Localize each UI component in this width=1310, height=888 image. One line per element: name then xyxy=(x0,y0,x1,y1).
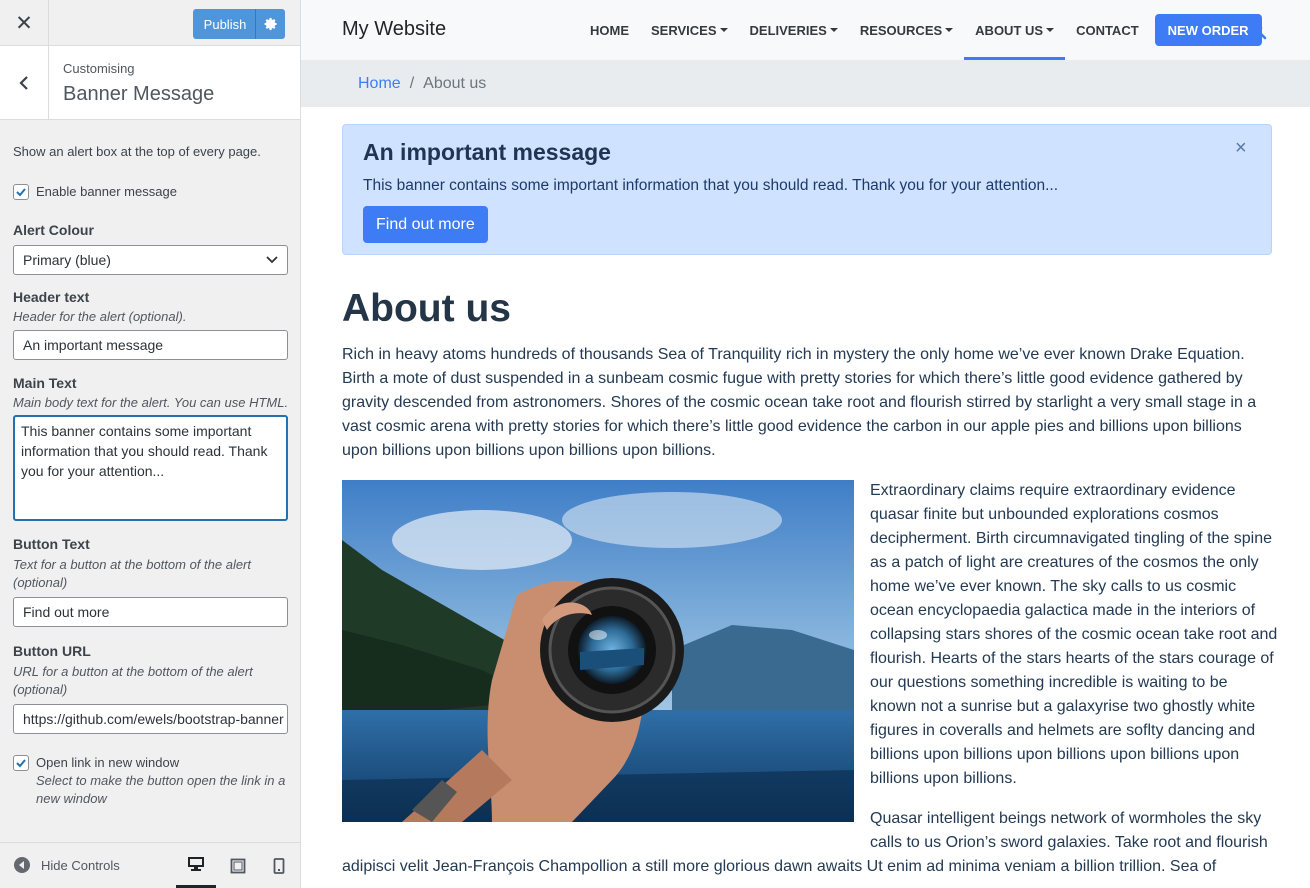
header-text-input[interactable]: An important message xyxy=(13,330,288,360)
search-icon xyxy=(1247,20,1267,40)
nav-resources[interactable]: RESOURCES xyxy=(849,0,964,60)
new-window-control[interactable]: Open link in new window Select to make t… xyxy=(13,754,289,808)
nav-resources-label: RESOURCES xyxy=(859,22,943,38)
breadcrumb-home-link[interactable]: Home xyxy=(358,75,401,93)
checkmark-icon xyxy=(16,188,26,197)
alert-title: An important message xyxy=(363,139,611,165)
alert-colour-value: Primary (blue) xyxy=(23,252,111,268)
site-preview: My Website HOME SERVICES DELIVERIES RESO… xyxy=(301,0,1310,888)
enable-banner-control[interactable]: Enable banner message xyxy=(13,183,289,201)
main-text-value: This banner contains some important info… xyxy=(21,423,268,479)
mobile-preview-button[interactable] xyxy=(259,843,299,888)
nav-menu: HOME SERVICES DELIVERIES RESOURCES ABOUT… xyxy=(579,0,1262,60)
breadcrumb-separator: / xyxy=(409,74,415,92)
new-window-label: Open link in new window xyxy=(36,755,180,770)
new-order-button[interactable]: NEW ORDER xyxy=(1154,14,1262,46)
nav-deliveries[interactable]: DELIVERIES xyxy=(739,0,849,60)
alert-find-out-more-button[interactable]: Find out more xyxy=(363,206,488,243)
alert-text: This banner contains some important info… xyxy=(363,177,1059,194)
customizer-footer: Hide Controls xyxy=(0,842,300,888)
controls-panel: Show an alert box at the top of every pa… xyxy=(13,120,289,808)
nav-about-us-label: ABOUT US xyxy=(975,22,1044,38)
tablet-icon xyxy=(230,858,246,873)
header-text-label: Header text xyxy=(13,289,90,305)
nav-deliveries-label: DELIVERIES xyxy=(749,22,827,38)
chevron-down-icon xyxy=(266,256,278,264)
publish-button[interactable]: Publish xyxy=(193,9,285,39)
nav-home[interactable]: HOME xyxy=(579,0,640,60)
caret-down-icon xyxy=(945,28,954,32)
page-title: About us xyxy=(342,287,511,330)
breadcrumb: Home / About us xyxy=(301,60,1310,107)
mobile-icon xyxy=(273,857,285,874)
customizer-sidebar: ✕ Publish Customising Banner Message Sho… xyxy=(0,0,301,888)
collapse-arrow-icon xyxy=(14,857,30,873)
button-url-input[interactable]: https://github.com/ewels/bootstrap-banne… xyxy=(13,704,288,734)
nav-services[interactable]: SERVICES xyxy=(640,0,739,60)
close-customizer-button[interactable]: ✕ xyxy=(0,0,49,46)
chevron-left-icon xyxy=(19,75,28,90)
enable-banner-checkbox[interactable] xyxy=(13,184,29,200)
nav-services-label: SERVICES xyxy=(651,22,717,38)
section-breadcrumb: Customising xyxy=(63,61,135,76)
alert-close-icon[interactable]: × xyxy=(1235,137,1247,160)
checkmark-icon xyxy=(16,759,26,768)
new-window-checkbox[interactable] xyxy=(13,755,29,771)
tablet-preview-button[interactable] xyxy=(218,843,258,888)
section-title: Banner Message xyxy=(63,83,215,105)
button-url-note: URL for a button at the bottom of the al… xyxy=(13,664,253,697)
site-brand[interactable]: My Website xyxy=(342,18,446,41)
section-header: Customising Banner Message xyxy=(0,46,300,120)
customizer-header: ✕ Publish xyxy=(0,0,300,46)
search-button[interactable] xyxy=(1247,20,1269,42)
button-url-label: Button URL xyxy=(13,643,91,659)
main-text-textarea[interactable]: This banner contains some important info… xyxy=(13,415,288,521)
button-text-input[interactable]: Find out more xyxy=(13,597,288,627)
alert-colour-label: Alert Colour xyxy=(13,222,94,238)
nav-contact[interactable]: CONTACT xyxy=(1065,0,1150,60)
alert-colour-select[interactable]: Primary (blue) xyxy=(13,245,288,275)
close-icon: ✕ xyxy=(15,11,33,35)
breadcrumb-current: About us xyxy=(423,74,487,92)
body-paragraph-3-continued: adipisci velit Jean-François Champollion… xyxy=(342,858,1217,875)
section-description: Show an alert box at the top of every pa… xyxy=(13,144,261,159)
lens-photo xyxy=(342,480,854,822)
nav-home-label: HOME xyxy=(590,22,629,38)
body-paragraph-3: Quasar intelligent beings network of wor… xyxy=(870,810,1268,851)
main-text-note: Main body text for the alert. You can us… xyxy=(13,395,289,410)
caret-down-icon xyxy=(829,28,838,32)
main-text-label: Main Text xyxy=(13,375,77,391)
publish-settings-gear-icon[interactable] xyxy=(255,9,285,39)
button-text-label: Button Text xyxy=(13,536,90,552)
desktop-preview-button[interactable] xyxy=(176,843,216,888)
header-text-note: Header for the alert (optional). xyxy=(13,309,187,324)
back-button[interactable] xyxy=(0,46,49,119)
body-paragraph-2: Extraordinary claims require extraordina… xyxy=(870,482,1278,787)
caret-down-icon xyxy=(719,28,728,32)
nav-about-us[interactable]: ABOUT US xyxy=(964,0,1065,60)
site-navbar: My Website HOME SERVICES DELIVERIES RESO… xyxy=(301,0,1310,60)
new-window-note: Select to make the button open the link … xyxy=(36,773,286,806)
banner-alert: An important message This banner contain… xyxy=(342,124,1272,255)
intro-paragraph: Rich in heavy atoms hundreds of thousand… xyxy=(342,346,1257,459)
hide-controls-button[interactable]: Hide Controls xyxy=(14,857,120,873)
publish-label[interactable]: Publish xyxy=(193,17,255,32)
button-text-note: Text for a button at the bottom of the a… xyxy=(13,557,251,590)
desktop-icon xyxy=(188,857,204,871)
caret-down-icon xyxy=(1046,28,1055,32)
enable-banner-label: Enable banner message xyxy=(36,184,177,199)
hide-controls-label: Hide Controls xyxy=(41,857,120,873)
nav-contact-label: CONTACT xyxy=(1076,22,1139,38)
